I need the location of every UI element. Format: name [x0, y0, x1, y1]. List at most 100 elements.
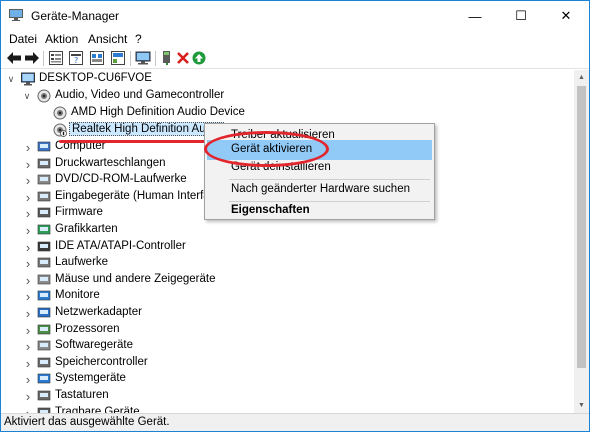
tree-category-label: Monitore [55, 289, 100, 301]
enable-device-button[interactable] [191, 50, 207, 66]
menu-aktion[interactable]: Aktion [45, 32, 78, 46]
tree-category-label: Prozessoren [55, 323, 120, 335]
menu-item-properties[interactable]: Eigenschaften [207, 201, 432, 221]
keyboard-icon [37, 390, 51, 401]
tree-category[interactable]: › Netzwerkadapter [1, 305, 575, 321]
tree-category-label: Softwaregeräte [55, 339, 133, 351]
view-icon [90, 51, 104, 65]
system-device-icon [37, 373, 51, 384]
chevron-right-icon[interactable]: › [23, 140, 33, 155]
close-button[interactable]: ✕ [543, 1, 589, 31]
computer-icon [37, 141, 51, 152]
chevron-down-icon[interactable]: ∨ [6, 73, 16, 85]
tree-category[interactable]: › Tragbare Geräte [1, 405, 575, 413]
minimize-button[interactable]: — [452, 1, 498, 31]
menu-item-scan-hardware[interactable]: Nach geänderter Hardware suchen [207, 180, 432, 200]
menu-item-label: Nach geänderter Hardware suchen [231, 183, 410, 195]
tree-category[interactable]: › Tastaturen [1, 388, 575, 404]
maximize-button[interactable]: ☐ [498, 1, 544, 31]
tree-category-label: DVD/CD-ROM-Laufwerke [55, 173, 187, 185]
device-manager-app-icon [9, 9, 23, 21]
menu-help[interactable]: ? [135, 32, 142, 46]
uninstall-button[interactable] [175, 50, 191, 66]
tree-category[interactable]: › Speichercontroller [1, 355, 575, 371]
chevron-down-icon[interactable]: ∨ [22, 90, 32, 102]
tree-device-amd-audio[interactable]: AMD High Definition Audio Device [1, 105, 575, 121]
monitor-icon [37, 290, 51, 301]
chevron-right-icon[interactable]: › [23, 389, 33, 404]
maximize-icon: ☐ [515, 8, 527, 23]
properties-button[interactable] [48, 50, 64, 66]
tree-category-label: Mäuse und andere Zeigegeräte [55, 273, 216, 285]
annotation-circle [204, 131, 329, 167]
tree-category-label: IDE ATA/ATAPI-Controller [55, 240, 186, 252]
tree-category[interactable]: › Softwaregeräte [1, 338, 575, 354]
back-arrow-icon [7, 52, 21, 64]
update-driver-icon [111, 51, 125, 65]
toolbar-separator [155, 51, 156, 66]
chevron-right-icon[interactable]: › [23, 356, 33, 371]
toolbar: ? [1, 48, 589, 69]
mouse-icon [37, 274, 51, 285]
chevron-right-icon[interactable]: › [23, 372, 33, 387]
chevron-right-icon[interactable]: › [23, 206, 33, 221]
chevron-right-icon[interactable]: › [23, 306, 33, 321]
menu-datei[interactable]: Datei [9, 32, 37, 46]
chevron-right-icon[interactable]: › [23, 256, 33, 271]
tree-device-label-selected: Realtek High Definition Audio [69, 122, 224, 136]
view-button[interactable] [89, 50, 105, 66]
tree-category-label: Tastaturen [55, 389, 109, 401]
firmware-icon [37, 207, 51, 218]
tree-category[interactable]: › Systemgeräte [1, 371, 575, 387]
help-button[interactable]: ? [68, 50, 84, 66]
scroll-up-arrow-icon[interactable]: ▲ [574, 70, 589, 85]
chevron-right-icon[interactable]: › [23, 223, 33, 238]
tree-category-label: Systemgeräte [55, 372, 126, 384]
update-driver-button[interactable] [110, 50, 126, 66]
chevron-right-icon[interactable]: › [23, 173, 33, 188]
dvd-drive-icon [37, 174, 51, 185]
tree-category-label: Druckwarteschlangen [55, 157, 166, 169]
vertical-scrollbar[interactable]: ▲ ▼ [574, 70, 589, 413]
tree-category-audio[interactable]: ∨ Audio, Video und Gamecontroller [1, 88, 575, 104]
back-button[interactable] [6, 50, 22, 66]
tree-root[interactable]: ∨ DESKTOP-CU6FVOE [1, 71, 575, 87]
scrollbar-thumb[interactable] [577, 86, 586, 368]
scan-hardware-button[interactable] [135, 50, 151, 66]
tree-category[interactable]: › Mäuse und andere Zeigegeräte [1, 272, 575, 288]
add-legacy-button[interactable] [159, 50, 175, 66]
chevron-right-icon[interactable]: › [23, 240, 33, 255]
device-tree[interactable]: ∨ DESKTOP-CU6FVOE ∨ Audio, Video und Gam… [1, 70, 575, 413]
tree-category[interactable]: › Prozessoren [1, 322, 575, 338]
chevron-right-icon[interactable]: › [23, 157, 33, 172]
tree-category[interactable]: › Monitore [1, 288, 575, 304]
chevron-right-icon[interactable]: › [23, 339, 33, 354]
chevron-right-icon[interactable]: › [23, 323, 33, 338]
svg-text:?: ? [74, 56, 78, 65]
tree-category[interactable]: › Grafikkarten [1, 222, 575, 238]
close-icon: ✕ [560, 8, 572, 23]
storage-controller-icon [37, 357, 51, 368]
device-manager-window: Geräte-Manager — ☐ ✕ Datei Aktion Ansich… [0, 0, 590, 432]
tree-root-label: DESKTOP-CU6FVOE [39, 72, 152, 84]
chevron-right-icon[interactable]: › [23, 190, 33, 205]
portable-device-icon [37, 407, 51, 413]
add-legacy-icon [163, 51, 170, 65]
window-title: Geräte-Manager [31, 9, 120, 23]
tree-category-label: Netzwerkadapter [55, 306, 142, 318]
chevron-right-icon[interactable]: › [23, 289, 33, 304]
menu-ansicht[interactable]: Ansicht [88, 32, 127, 46]
help-icon: ? [69, 51, 83, 65]
scroll-down-arrow-icon[interactable]: ▼ [574, 398, 589, 413]
minimize-icon: — [468, 8, 482, 24]
disk-drive-icon [37, 257, 51, 268]
uninstall-icon [177, 52, 189, 64]
tree-category[interactable]: › IDE ATA/ATAPI-Controller [1, 239, 575, 255]
forward-button[interactable] [24, 50, 40, 66]
tree-category-label: Audio, Video und Gamecontroller [55, 89, 225, 101]
tree-category-label: Laufwerke [55, 256, 109, 268]
title-bar[interactable]: Geräte-Manager — ☐ ✕ [1, 1, 589, 31]
tree-category[interactable]: › Laufwerke [1, 255, 575, 271]
display-adapter-icon [37, 224, 51, 235]
chevron-right-icon[interactable]: › [23, 273, 33, 288]
